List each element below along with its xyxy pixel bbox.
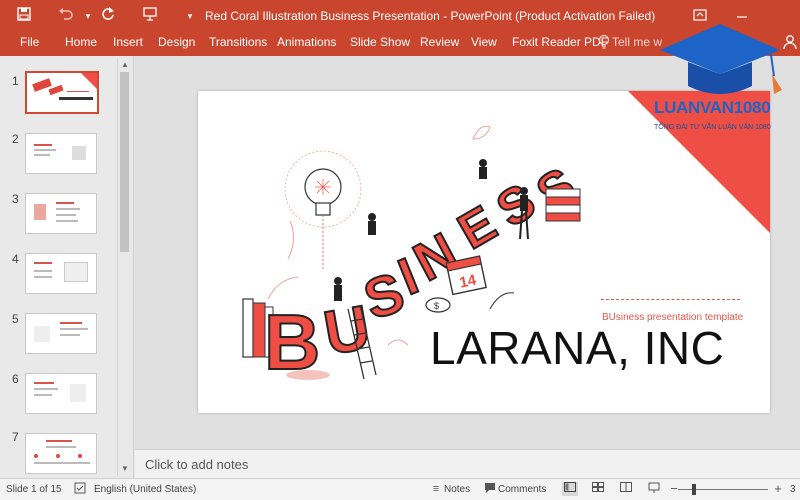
tab-view[interactable]: View [471,35,497,49]
zoom-level[interactable]: 3 [790,484,796,495]
notes-pane[interactable]: Click to add notes [135,449,800,478]
lightbulb-icon [594,34,614,54]
language-indicator[interactable]: English (United States) [94,484,196,495]
slide-title[interactable]: LARANA, INC [430,321,724,375]
slide-sorter-view-icon[interactable] [590,482,606,496]
spell-check-icon[interactable] [72,482,88,496]
zoom-in-icon[interactable]: + [770,482,786,496]
notes-placeholder[interactable]: Click to add notes [145,457,248,472]
notes-icon[interactable]: ≡ [428,482,444,496]
tab-transitions[interactable]: Transitions [209,35,267,49]
thumbnail-number: 7 [12,430,19,444]
tab-animations[interactable]: Animations [277,35,336,49]
undo-icon[interactable] [56,6,76,26]
tab-slide-show[interactable]: Slide Show [350,35,410,49]
tab-design[interactable]: Design [158,35,195,49]
scroll-up-icon[interactable]: ▲ [120,60,130,70]
redo-icon[interactable] [98,6,118,26]
thumbnail-number: 1 [12,74,19,88]
comments-icon[interactable] [482,482,498,496]
slide-thumbnail-1[interactable] [25,71,99,114]
normal-view-icon[interactable] [562,482,578,496]
notes-toggle[interactable]: Notes [444,484,470,495]
slide-thumbnail-2[interactable] [25,133,97,174]
thumbnail-number: 5 [12,312,19,326]
undo-dropdown-icon[interactable]: ▾ [78,6,98,26]
tab-review[interactable]: Review [420,35,459,49]
slide-thumbnail-6[interactable] [25,373,97,414]
status-bar: Slide 1 of 15 English (United States) ≡ … [0,478,800,500]
scroll-thumb[interactable] [120,72,129,252]
slide-thumbnail-pane: 1 2 3 4 5 6 7 [0,56,134,478]
thumbnail-scrollbar[interactable]: ▲ ▼ [117,58,131,476]
subtitle-divider [601,299,740,300]
tab-file[interactable]: File [20,35,39,49]
slide-thumbnail-3[interactable] [25,193,97,234]
window-title: Red Coral Illustration Business Presenta… [205,9,656,23]
watermark-tagline: TỔNG ĐÀI TƯ VẤN LUẬN VĂN 1080 [654,124,771,131]
slide-thumbnail-4[interactable] [25,253,97,294]
customize-toolbar-icon[interactable]: ▾ [180,6,200,26]
thumbnail-number: 3 [12,192,19,206]
thumbnail-number: 6 [12,372,19,386]
thumbnail-number: 2 [12,132,19,146]
slide-thumbnail-7[interactable] [25,433,97,474]
scroll-down-icon[interactable]: ▼ [120,464,130,474]
comments-toggle[interactable]: Comments [498,484,546,495]
reading-view-icon[interactable] [618,482,634,496]
svg-text:$: $ [434,301,439,311]
tab-insert[interactable]: Insert [113,35,143,49]
present-from-start-icon[interactable] [140,6,160,26]
save-icon[interactable] [14,6,34,26]
watermark-brand: LUANVAN1080 [654,98,771,117]
thumbnail-number: 4 [12,252,19,266]
slide-show-view-icon[interactable] [646,482,662,496]
zoom-slider-knob[interactable] [692,484,696,495]
slide-counter: Slide 1 of 15 [6,484,62,495]
tab-home[interactable]: Home [65,35,97,49]
slide-thumbnail-5[interactable] [25,313,97,354]
watermark-logo [640,12,800,152]
